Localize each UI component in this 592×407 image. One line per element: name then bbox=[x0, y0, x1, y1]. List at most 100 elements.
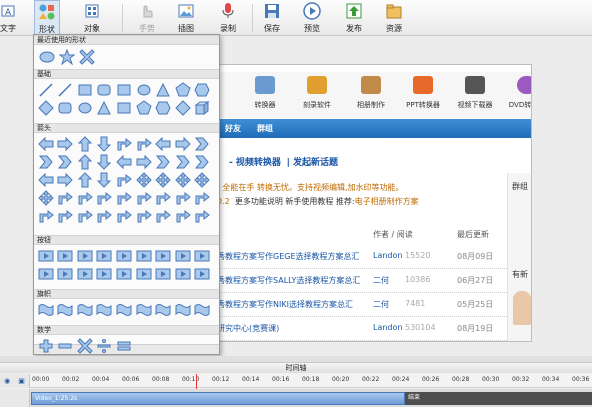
arrow-left-icon[interactable] bbox=[37, 135, 54, 152]
times-icon[interactable] bbox=[76, 337, 93, 354]
banner-icon[interactable] bbox=[57, 301, 74, 318]
eye-icon[interactable]: ◉ bbox=[4, 377, 10, 385]
hexagon-icon[interactable] bbox=[194, 81, 211, 98]
chevron-icon[interactable] bbox=[194, 153, 211, 170]
plus-icon[interactable] bbox=[37, 337, 54, 354]
object-tool-button[interactable]: 对象 bbox=[80, 0, 104, 36]
bent-arrow-icon[interactable] bbox=[57, 189, 74, 206]
quad-arrow-icon[interactable] bbox=[174, 171, 191, 188]
bent-arrow-icon[interactable] bbox=[155, 207, 172, 224]
quad-arrow-icon[interactable] bbox=[135, 171, 152, 188]
button-icon[interactable] bbox=[115, 247, 132, 264]
hexagon-icon[interactable] bbox=[155, 99, 172, 116]
table-row[interactable]: 秀教程方案写作GEGE选择教程方案总汇 Landon 15520 08月09日 bbox=[217, 245, 507, 269]
chevron-icon[interactable] bbox=[57, 153, 74, 170]
chevron-icon[interactable] bbox=[174, 153, 191, 170]
button-icon[interactable] bbox=[96, 247, 113, 264]
button-icon[interactable] bbox=[135, 247, 152, 264]
triangle-icon[interactable] bbox=[155, 81, 172, 98]
record-tool-button[interactable]: 录制 bbox=[216, 0, 240, 36]
bent-arrow-icon[interactable] bbox=[135, 135, 152, 152]
bent-arrow-icon[interactable] bbox=[115, 207, 132, 224]
line-icon[interactable] bbox=[37, 81, 54, 98]
button-icon[interactable] bbox=[155, 265, 172, 282]
quad-arrow-icon[interactable] bbox=[155, 171, 172, 188]
bent-arrow-icon[interactable] bbox=[37, 207, 54, 224]
arrow-right-icon[interactable] bbox=[174, 135, 191, 152]
cube-icon[interactable] bbox=[194, 99, 211, 116]
bent-arrow-icon[interactable] bbox=[115, 189, 132, 206]
arrow-left-icon[interactable] bbox=[155, 135, 172, 152]
bent-arrow-icon[interactable] bbox=[96, 189, 113, 206]
triangle-icon[interactable] bbox=[96, 99, 113, 116]
arrow-up-icon[interactable] bbox=[76, 153, 93, 170]
banner-icon[interactable] bbox=[115, 301, 132, 318]
banner-icon[interactable] bbox=[155, 301, 172, 318]
button-icon[interactable] bbox=[135, 265, 152, 282]
equal-icon[interactable] bbox=[115, 337, 132, 354]
quad-arrow-icon[interactable] bbox=[37, 189, 54, 206]
arrow-up-icon[interactable] bbox=[76, 171, 93, 188]
bent-arrow-icon[interactable] bbox=[155, 189, 172, 206]
diamond-icon[interactable] bbox=[37, 99, 54, 116]
bent-arrow-icon[interactable] bbox=[135, 207, 152, 224]
preview-button[interactable]: 预览 bbox=[300, 0, 324, 36]
save-button[interactable]: 保存 bbox=[260, 0, 284, 36]
pentagon-icon[interactable] bbox=[174, 81, 191, 98]
banner-icon[interactable] bbox=[194, 301, 211, 318]
bent-arrow-icon[interactable] bbox=[76, 189, 93, 206]
diamond-icon[interactable] bbox=[174, 99, 191, 116]
button-icon[interactable] bbox=[96, 265, 113, 282]
bent-arrow-icon[interactable] bbox=[135, 189, 152, 206]
arrow-right-icon[interactable] bbox=[57, 135, 74, 152]
bent-arrow-icon[interactable] bbox=[194, 189, 211, 206]
button-icon[interactable] bbox=[76, 247, 93, 264]
rect-icon[interactable] bbox=[115, 81, 132, 98]
button-icon[interactable] bbox=[76, 265, 93, 282]
bent-arrow-icon[interactable] bbox=[96, 207, 113, 224]
banner-icon[interactable] bbox=[135, 301, 152, 318]
bent-arrow-icon[interactable] bbox=[115, 171, 132, 188]
table-row[interactable]: 秀教程方案写作NIKI选择教程方案总汇 二何 7481 05月25日 bbox=[217, 293, 507, 317]
publish-button[interactable]: 发布 bbox=[342, 0, 366, 36]
table-row[interactable]: 研究中心(竞赛课) Landon 530104 08月19日 bbox=[217, 317, 507, 341]
bent-arrow-icon[interactable] bbox=[194, 207, 211, 224]
arrow-left-icon[interactable] bbox=[37, 171, 54, 188]
arrow-up-icon[interactable] bbox=[76, 135, 93, 152]
minus-icon[interactable] bbox=[57, 337, 74, 354]
table-row[interactable]: 秀教程方案写作SALLY选择教程方案总汇 二何 10386 06月27日 bbox=[217, 269, 507, 293]
round-rect-icon[interactable] bbox=[57, 99, 74, 116]
line-icon[interactable] bbox=[57, 81, 74, 98]
arrow-down-icon[interactable] bbox=[96, 153, 113, 170]
image-tool-button[interactable]: 插图 bbox=[174, 0, 198, 36]
shape-oval-icon[interactable] bbox=[38, 48, 55, 65]
button-icon[interactable] bbox=[115, 265, 132, 282]
arrow-down-icon[interactable] bbox=[96, 135, 113, 152]
circle-icon[interactable] bbox=[135, 81, 152, 98]
resource-button[interactable]: 资源 bbox=[382, 0, 406, 36]
button-icon[interactable] bbox=[174, 265, 191, 282]
bent-arrow-icon[interactable] bbox=[76, 207, 93, 224]
arrow-down-icon[interactable] bbox=[96, 171, 113, 188]
button-icon[interactable] bbox=[37, 247, 54, 264]
shape-star-icon[interactable] bbox=[58, 48, 75, 65]
slide-canvas[interactable]: 转换器 刻录软件 相册制作 PPT转换器 视频下载器 DVD转换器 好友 群组 … bbox=[216, 64, 532, 342]
button-icon[interactable] bbox=[57, 265, 74, 282]
clip-end-marker[interactable]: 结束 bbox=[405, 392, 592, 405]
divide-icon[interactable] bbox=[96, 337, 113, 354]
bent-arrow-icon[interactable] bbox=[57, 207, 74, 224]
button-icon[interactable] bbox=[194, 247, 211, 264]
button-icon[interactable] bbox=[194, 265, 211, 282]
chevron-icon[interactable] bbox=[194, 135, 211, 152]
shape-cross-icon[interactable] bbox=[78, 48, 95, 65]
bent-arrow-icon[interactable] bbox=[174, 189, 191, 206]
button-icon[interactable] bbox=[174, 247, 191, 264]
button-icon[interactable] bbox=[57, 247, 74, 264]
gesture-tool-button[interactable]: 手势 bbox=[133, 0, 161, 36]
banner-icon[interactable] bbox=[174, 301, 191, 318]
pentagon-icon[interactable] bbox=[135, 99, 152, 116]
shapes-tool-button[interactable]: 形状 bbox=[34, 0, 60, 36]
button-icon[interactable] bbox=[155, 247, 172, 264]
arrow-right-icon[interactable] bbox=[57, 171, 74, 188]
round-rect-icon[interactable] bbox=[96, 81, 113, 98]
